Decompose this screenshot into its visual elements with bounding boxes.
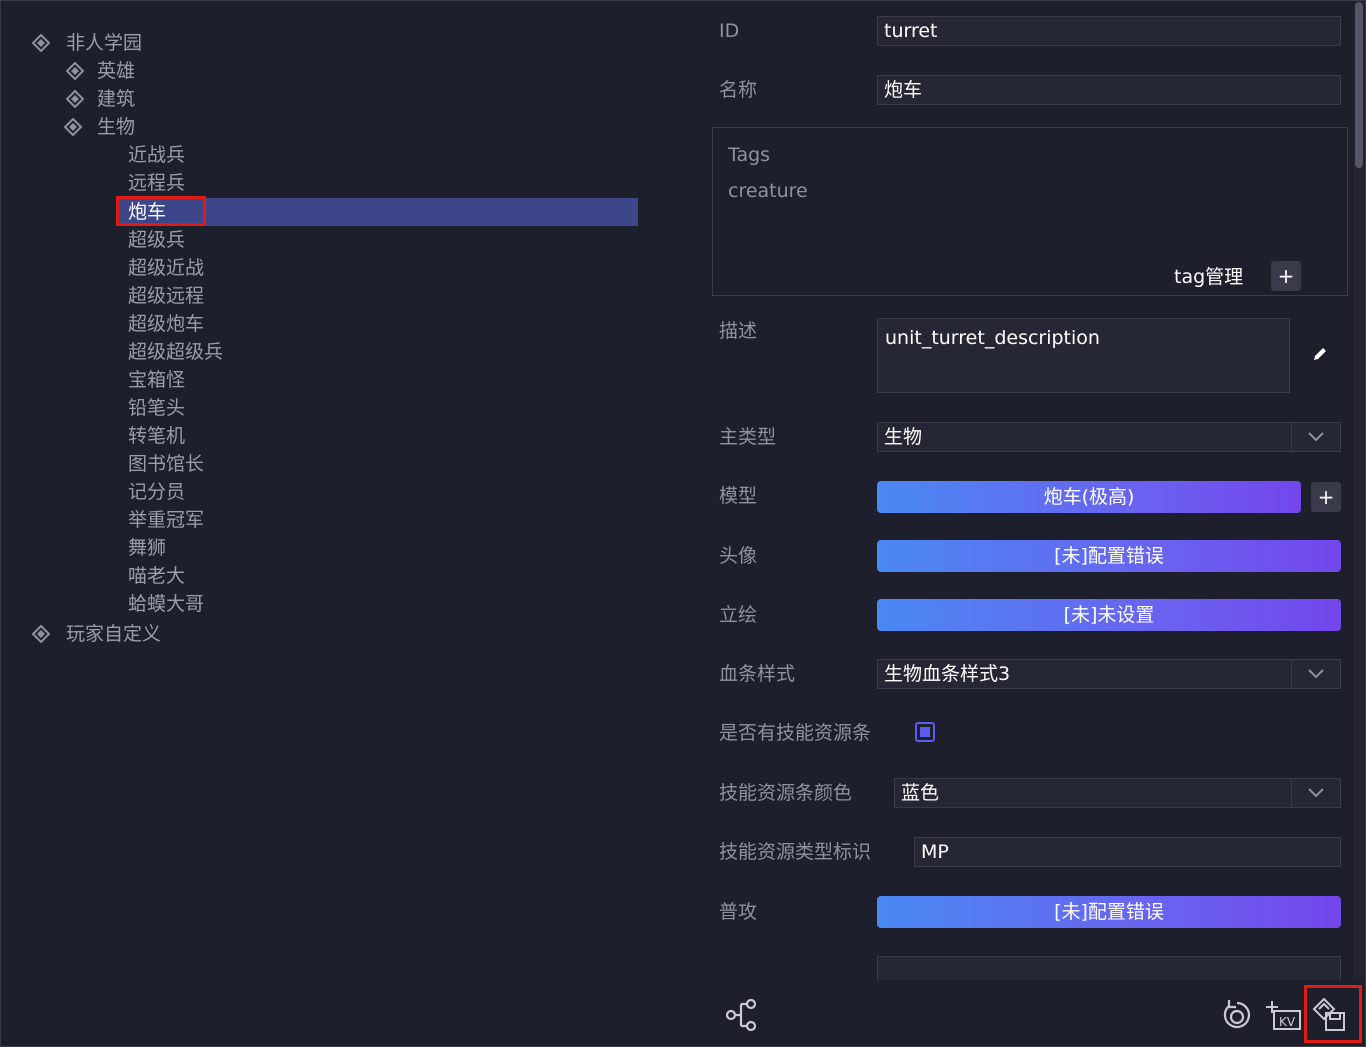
basic-attack-button[interactable]: [未]配置错误 (877, 896, 1341, 928)
tag-item[interactable]: creature (728, 180, 808, 202)
avatar-button[interactable]: [未]配置错误 (877, 540, 1341, 572)
basic-attack-label: 普攻 (719, 901, 758, 923)
hpbar-style-value: 生物血条样式3 (884, 663, 1011, 685)
tree-node-label: 非人学园 (66, 32, 143, 54)
name-label: 名称 (719, 79, 758, 101)
model-button[interactable]: 炮车(极高) (877, 481, 1301, 513)
tree-node-label: 生物 (97, 116, 136, 138)
hpbar-style-select[interactable]: 生物血条样式3 (877, 659, 1341, 689)
diamond-folder-icon (32, 34, 50, 52)
diamond-folder-icon (32, 625, 50, 643)
tree-leaf-label: 举重冠军 (128, 509, 205, 531)
portrait-button[interactable]: [未]未设置 (877, 599, 1341, 631)
tree-node-label: 建筑 (97, 88, 136, 110)
next-row-field-partial[interactable] (877, 956, 1341, 980)
resource-color-select[interactable]: 蓝色 (894, 778, 1341, 808)
has-resource-bar-checkbox[interactable] (915, 722, 935, 742)
resource-color-value: 蓝色 (901, 782, 940, 804)
add-kv-icon[interactable]: KV (1266, 997, 1302, 1033)
diamond-folder-icon (66, 62, 84, 80)
description-label: 描述 (719, 320, 758, 342)
id-label: ID (719, 20, 740, 42)
chevron-down-icon[interactable] (1291, 660, 1340, 688)
kv-label: KV (1279, 1015, 1296, 1029)
add-tag-button[interactable]: + (1271, 261, 1301, 291)
model-label: 模型 (719, 485, 758, 507)
resource-color-label: 技能资源条颜色 (719, 782, 853, 804)
chevron-down-icon[interactable] (1291, 779, 1340, 807)
diamond-folder-icon (66, 90, 84, 108)
main-type-label: 主类型 (719, 426, 777, 448)
tree-leaf-label: 铅笔头 (128, 397, 186, 419)
description-field[interactable]: unit_turret_description (877, 318, 1290, 393)
hpbar-style-label: 血条样式 (719, 663, 796, 685)
tree-leaf-label: 记分员 (128, 481, 186, 503)
panel-scrollbar-thumb[interactable] (1355, 2, 1363, 168)
resource-type-label: 技能资源类型标识 (719, 841, 872, 863)
tree-leaf-label: 超级兵 (128, 229, 186, 251)
diamond-folder-open-icon (63, 118, 83, 136)
tree-leaf-label: 舞狮 (128, 537, 167, 559)
reset-icon[interactable] (1219, 997, 1255, 1033)
tree-leaf-label: 蛤蟆大哥 (128, 593, 205, 615)
tree-leaf-label: 超级近战 (128, 257, 205, 279)
tree-leaf-label: 超级远程 (128, 285, 205, 307)
main-type-select[interactable]: 生物 (877, 422, 1341, 452)
tree-leaf-label: 近战兵 (128, 144, 186, 166)
tree-leaf-label: 超级超级兵 (128, 341, 224, 363)
toolbar-highlight-box (1304, 985, 1362, 1043)
portrait-label: 立绘 (719, 604, 758, 626)
tree-node-label: 玩家自定义 (66, 623, 162, 645)
edit-pencil-icon[interactable] (1311, 345, 1329, 363)
node-graph-icon[interactable] (723, 997, 759, 1033)
tree-leaf-label: 转笔机 (128, 425, 186, 447)
has-resource-bar-label: 是否有技能资源条 (719, 722, 872, 744)
avatar-label: 头像 (719, 545, 758, 567)
property-panel: ID turret 名称 炮车 Tags creature tag管理 + 描述… (700, 0, 1352, 980)
tag-manage-button[interactable]: tag管理 (1174, 262, 1243, 289)
tree-leaf-label: 图书馆长 (128, 453, 205, 475)
tags-title: Tags (728, 144, 771, 166)
tags-section: Tags creature tag管理 + (712, 127, 1348, 296)
chevron-down-icon[interactable] (1291, 423, 1340, 451)
tree-leaf-label: 远程兵 (128, 172, 186, 194)
selection-highlight-box (116, 196, 206, 226)
add-model-button[interactable]: + (1311, 482, 1341, 512)
tree-node-label: 英雄 (97, 60, 136, 82)
tree-leaf-label: 喵老大 (128, 565, 186, 587)
tree-leaf-label: 宝箱怪 (128, 369, 186, 391)
name-field[interactable]: 炮车 (877, 75, 1341, 105)
id-field[interactable]: turret (877, 16, 1341, 46)
unit-tree: 非人学园 英雄 建筑 生物 近战兵 远程兵 炮车 超级兵 超级近战 超级远程 超… (0, 0, 660, 1047)
resource-type-field[interactable]: MP (914, 837, 1341, 867)
tree-leaf-label: 超级炮车 (128, 313, 205, 335)
main-type-value: 生物 (884, 426, 923, 448)
